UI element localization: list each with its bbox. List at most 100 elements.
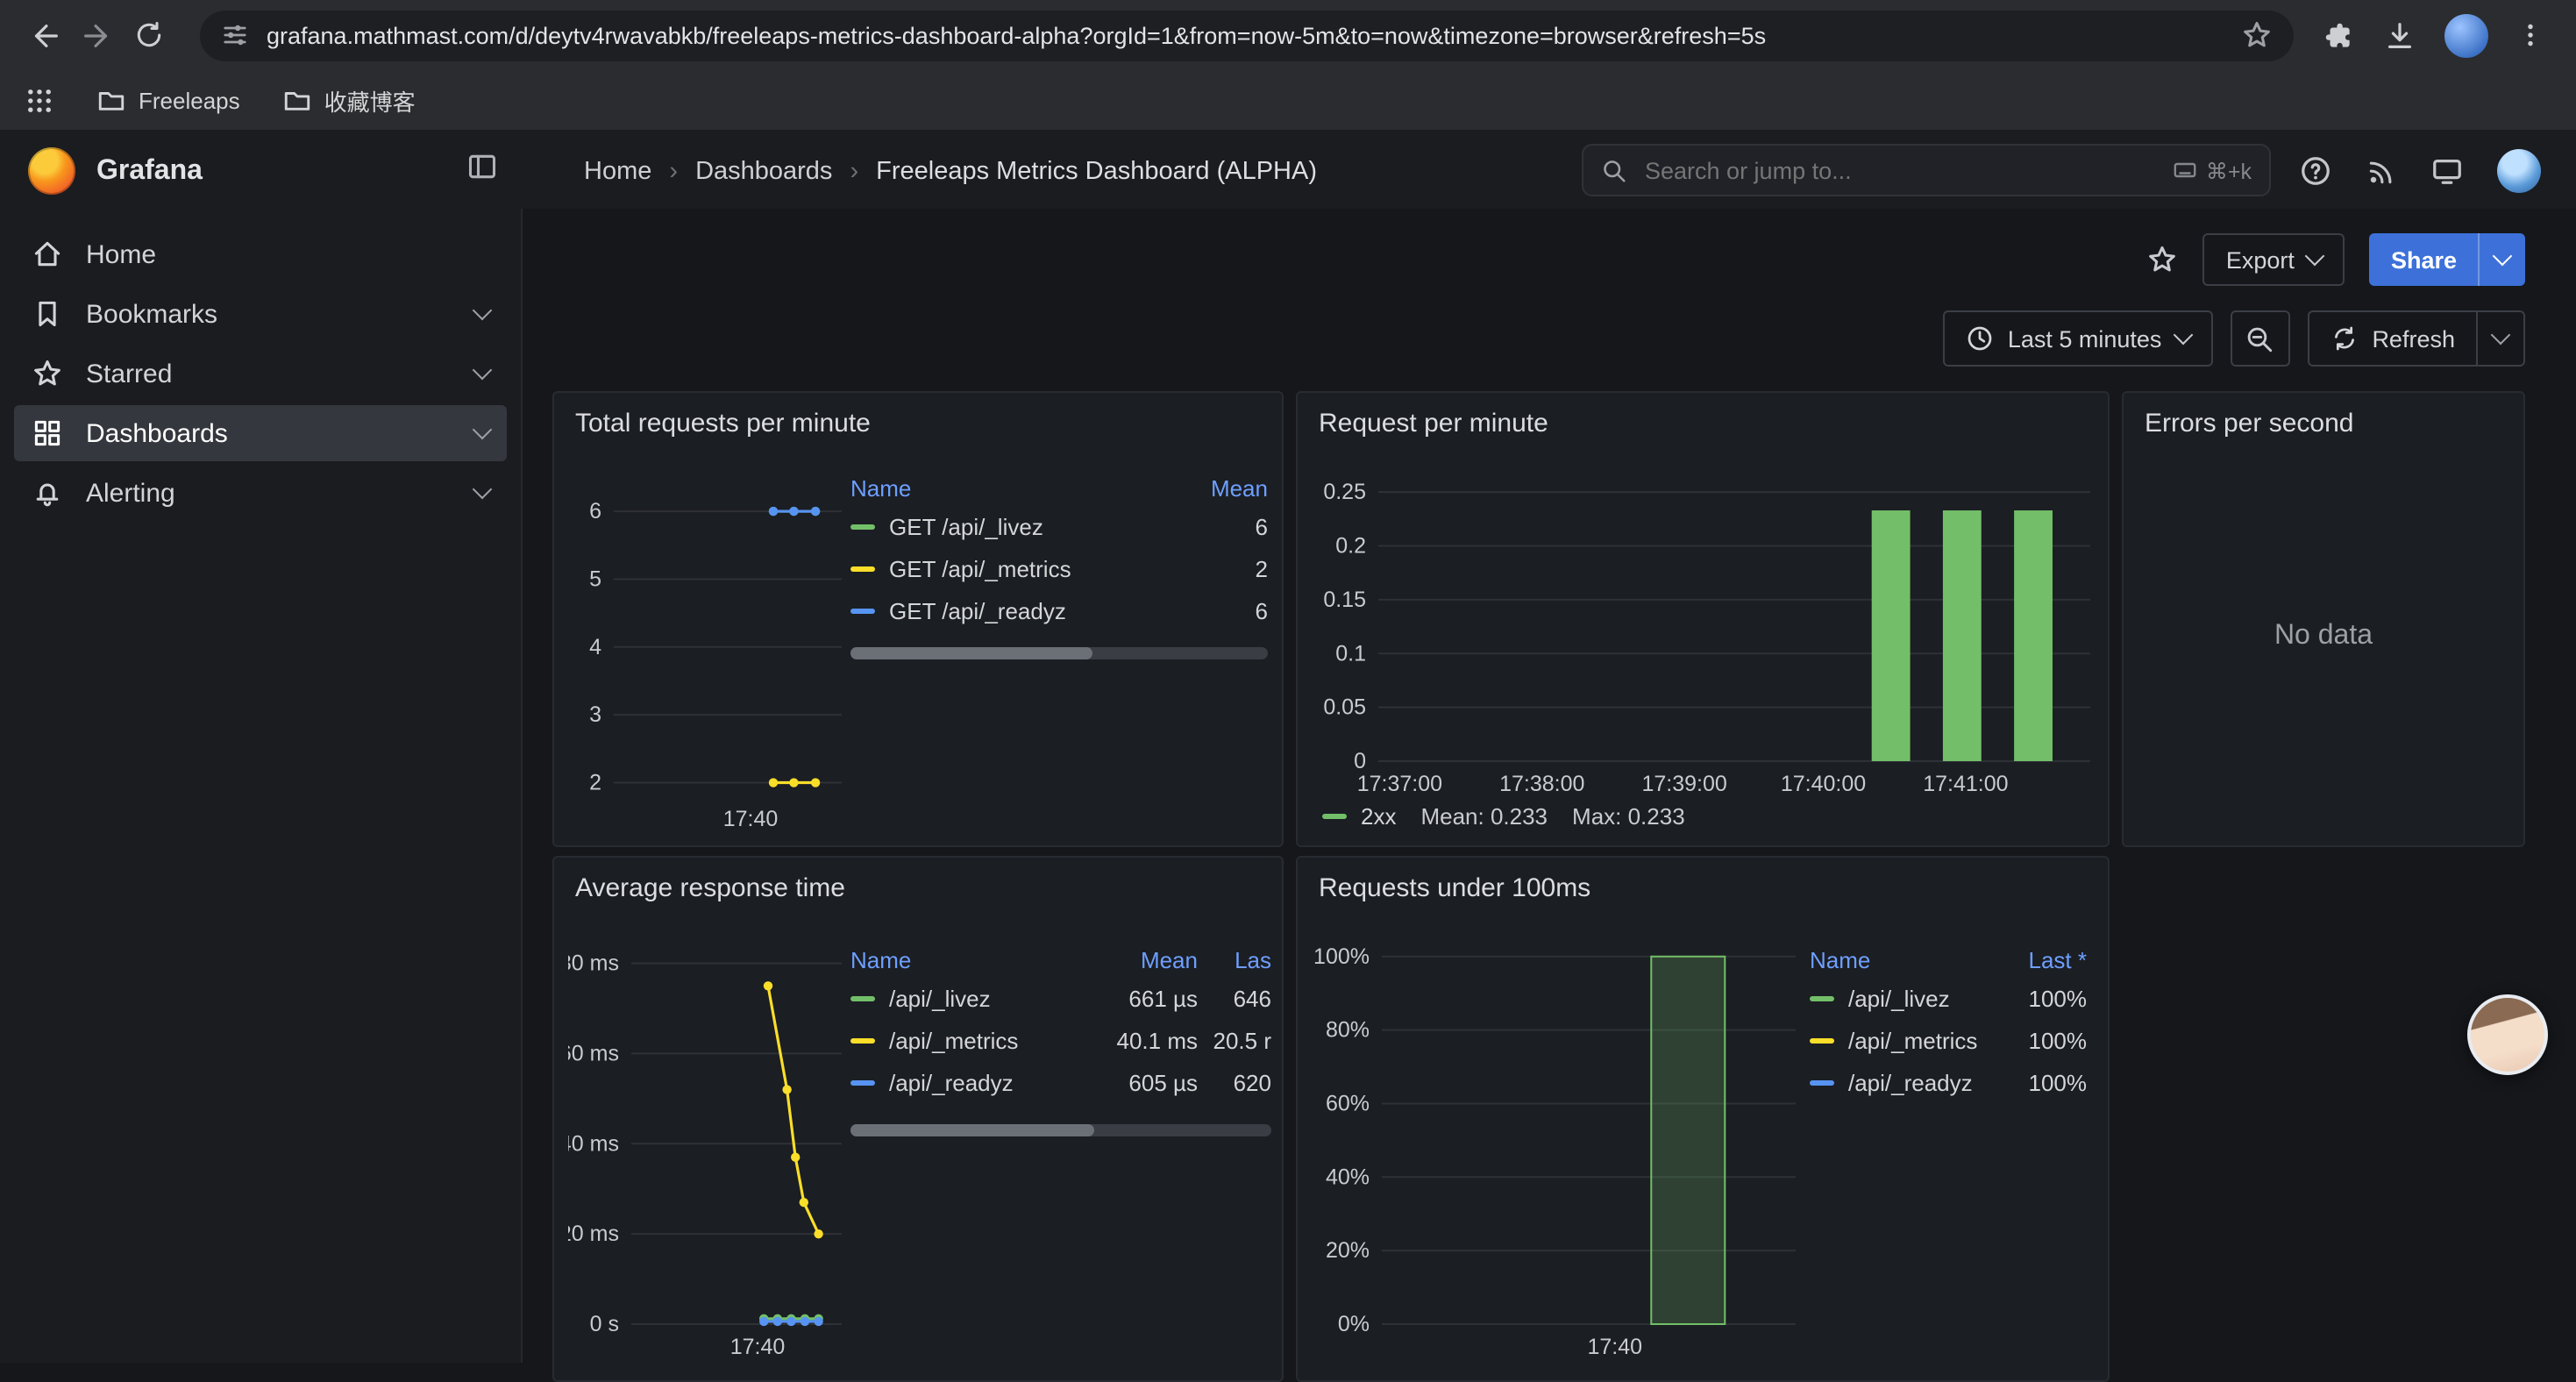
search-input[interactable] — [1641, 155, 2173, 185]
forward-arrow-icon — [80, 18, 113, 52]
legend-row: /api/_metrics 100% — [1810, 1019, 2087, 1061]
folder-icon — [96, 85, 126, 115]
legend-row: /api/_livez 100% — [1810, 977, 2087, 1019]
sidebar-item-home[interactable]: Home — [14, 226, 507, 282]
clock-icon — [1966, 324, 1994, 353]
bookmarks-bar: Freeleaps 收藏博客 — [0, 70, 2576, 132]
folder-icon — [282, 85, 312, 115]
svg-text:17:40: 17:40 — [723, 807, 779, 831]
legend-header-mean[interactable]: Mean — [1166, 474, 1268, 501]
legend-series-name[interactable]: GET /api/_readyz — [889, 597, 1166, 623]
legend-series-name[interactable]: /api/_readyz — [1848, 1069, 1985, 1095]
export-button[interactable]: Export — [2203, 233, 2345, 286]
legend-series-name[interactable]: /api/_metrics — [889, 1027, 1085, 1053]
svg-text:0.25: 0.25 — [1323, 480, 1366, 504]
svg-text:100%: 100% — [1313, 944, 1370, 969]
legend-header-row: Name Last * — [1810, 942, 2087, 977]
svg-text:80 ms: 80 ms — [568, 951, 619, 976]
sidebar-item-alerting[interactable]: Alerting — [14, 465, 507, 521]
sidebar-item-dashboards[interactable]: Dashboards — [14, 405, 507, 461]
total-requests-chart[interactable]: 6543217:40 — [568, 456, 849, 842]
breadcrumb: Home › Dashboards › Freeleaps Metrics Da… — [584, 157, 1317, 185]
extensions-icon[interactable] — [2322, 18, 2355, 52]
favorite-star-icon[interactable] — [2147, 244, 2179, 275]
rss-icon[interactable] — [2366, 155, 2397, 187]
legend-series-name[interactable]: /api/_metrics — [1848, 1027, 1985, 1053]
search-icon — [1601, 157, 1627, 183]
panel-title[interactable]: Errors per second — [2145, 409, 2353, 438]
svg-text:17:41:00: 17:41:00 — [1923, 772, 2008, 796]
assistant-avatar[interactable] — [2467, 994, 2548, 1075]
svg-text:40 ms: 40 ms — [568, 1131, 619, 1156]
share-menu-button[interactable] — [2478, 233, 2525, 286]
panel-title[interactable]: Requests under 100ms — [1319, 873, 1590, 903]
search-box[interactable]: ⌘+k — [1582, 144, 2271, 196]
scrollbar-thumb[interactable] — [850, 1124, 1094, 1136]
legend-scrollbar[interactable] — [850, 647, 1268, 659]
kebab-menu-icon[interactable] — [2516, 21, 2544, 49]
panel-title[interactable]: Request per minute — [1319, 409, 1548, 438]
scrollbar-thumb[interactable] — [850, 647, 1092, 659]
legend-series-name[interactable]: GET /api/_livez — [889, 513, 1166, 539]
legend-max: Max: 0.233 — [1572, 803, 1685, 830]
breadcrumb-dashboards[interactable]: Dashboards — [695, 157, 832, 185]
requests-under-100ms-chart[interactable]: 100%80%60%40%20%0%17:40 — [1312, 928, 1803, 1370]
sidebar-item-bookmarks[interactable]: Bookmarks — [14, 286, 507, 342]
legend-series[interactable]: 2xx — [1322, 803, 1396, 830]
user-avatar[interactable] — [2497, 149, 2541, 193]
legend-series-mean: 661 µs — [1085, 985, 1198, 1011]
panel-errors-per-second: Errors per second No data — [2122, 391, 2525, 847]
star-icon — [32, 358, 63, 389]
browser-profile-avatar[interactable] — [2444, 13, 2488, 57]
legend-series-name[interactable]: /api/_readyz — [889, 1069, 1085, 1095]
legend-series-name[interactable]: /api/_livez — [1848, 985, 1985, 1011]
dashboard-actions: Export Share — [2147, 233, 2525, 286]
download-icon[interactable] — [2383, 18, 2416, 52]
share-button[interactable]: Share — [2370, 233, 2478, 286]
sidebar-toggle-button[interactable] — [466, 151, 498, 191]
forward-button[interactable] — [70, 9, 123, 61]
app-body: Home Bookmarks Starred Dashboards Alerti… — [0, 209, 2576, 1363]
legend-header-name[interactable]: Name — [850, 474, 1166, 501]
sidebar-item-label: Home — [86, 239, 156, 269]
breadcrumb-separator: › — [669, 157, 678, 185]
time-range-picker[interactable]: Last 5 minutes — [1943, 310, 2213, 367]
bookmark-label: Freeleaps — [139, 87, 240, 113]
apps-grid-icon[interactable] — [25, 85, 54, 115]
breadcrumb-home[interactable]: Home — [584, 157, 651, 185]
sidebar-item-starred[interactable]: Starred — [14, 346, 507, 402]
request-per-minute-chart[interactable]: 0.250.20.150.10.05017:37:0017:38:0017:39… — [1312, 456, 2097, 807]
series-color-dash — [850, 566, 875, 571]
back-button[interactable] — [18, 9, 70, 61]
legend-scrollbar[interactable] — [850, 1124, 1271, 1136]
svg-text:20 ms: 20 ms — [568, 1222, 619, 1246]
site-info-icon[interactable] — [221, 21, 249, 49]
panel-title[interactable]: Average response time — [575, 873, 845, 903]
url-text[interactable]: grafana.mathmast.com/d/deytv4rwavabkb/fr… — [267, 22, 2241, 48]
average-response-time-chart[interactable]: 80 ms60 ms40 ms20 ms0 s17:40 — [568, 928, 849, 1370]
monitor-icon[interactable] — [2430, 154, 2464, 188]
zoom-out-button[interactable] — [2230, 310, 2289, 367]
panel-title[interactable]: Total requests per minute — [575, 409, 871, 438]
reload-button[interactable] — [123, 9, 175, 61]
legend-series-mean: 40.1 ms — [1085, 1027, 1198, 1053]
help-icon[interactable] — [2299, 154, 2332, 188]
legend-header-last[interactable]: Las — [1198, 946, 1271, 972]
grafana-logo[interactable] — [28, 147, 75, 195]
address-bar[interactable]: grafana.mathmast.com/d/deytv4rwavabkb/fr… — [200, 10, 2294, 61]
legend-header-name[interactable]: Name — [850, 946, 1085, 972]
legend-series-name[interactable]: /api/_livez — [889, 985, 1085, 1011]
legend-header-last[interactable]: Last * — [1985, 946, 2087, 972]
bookmark-folder-freeleaps[interactable]: Freeleaps — [96, 85, 240, 115]
bookmark-star-icon[interactable] — [2241, 19, 2273, 51]
svg-text:0.2: 0.2 — [1335, 534, 1366, 559]
legend-header-mean[interactable]: Mean — [1085, 946, 1198, 972]
refresh-interval-button[interactable] — [2476, 312, 2523, 365]
refresh-button[interactable]: Refresh — [2309, 312, 2476, 365]
legend-header-row: Name Mean Las — [850, 942, 1271, 977]
svg-text:6: 6 — [589, 499, 601, 524]
legend-header-name[interactable]: Name — [1810, 946, 1985, 972]
bookmark-folder-blogs[interactable]: 收藏博客 — [282, 83, 416, 117]
browser-actions — [2318, 13, 2558, 57]
legend-series-name[interactable]: GET /api/_metrics — [889, 555, 1166, 581]
